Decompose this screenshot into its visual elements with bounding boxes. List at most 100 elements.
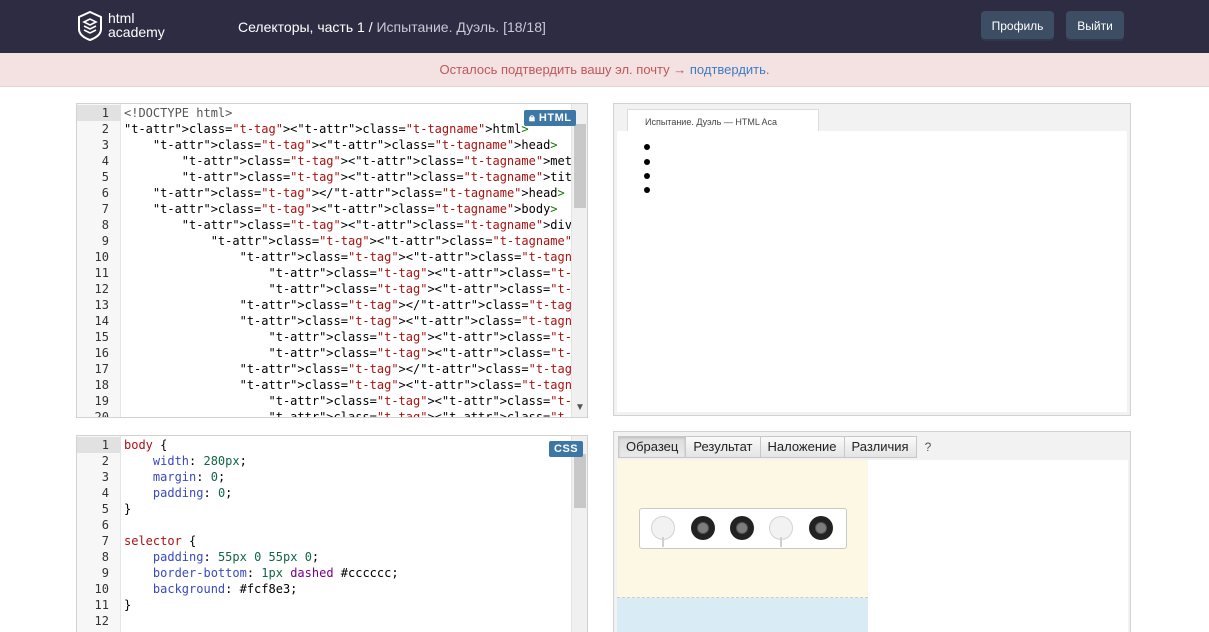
- code-line[interactable]: 2 "t-attr">class="t-tag"><"t-attr">class=…: [77, 121, 571, 137]
- tab-diff[interactable]: Различия: [843, 436, 917, 458]
- line-number: 1: [101, 106, 109, 120]
- code-text[interactable]: "t-attr">class="t-tag"><"t-attr">class="…: [124, 201, 558, 217]
- line-number: 11: [94, 266, 109, 280]
- code-line[interactable]: 7 selector {: [77, 533, 571, 549]
- code-text[interactable]: "t-attr">class="t-tag"></"t-attr">class=…: [124, 361, 587, 377]
- code-line[interactable]: 15 "t-attr">class="t-tag"><"t-attr">clas…: [77, 329, 587, 345]
- code-line[interactable]: 11 "t-attr">class="t-tag"><"t-attr">clas…: [77, 265, 587, 281]
- code-line[interactable]: 19 "t-attr">class="t-tag"><"t-attr">clas…: [77, 393, 587, 409]
- html-editor-scrollbar[interactable]: ▼: [571, 104, 587, 417]
- code-text[interactable]: selector {: [124, 533, 196, 549]
- code-line[interactable]: 17 "t-attr">class="t-tag"></"t-attr">cla…: [77, 361, 587, 377]
- code-line[interactable]: 20 "t-attr">class="t-tag"><"t-attr">clas…: [77, 409, 587, 417]
- scrollbar-thumb[interactable]: [574, 454, 586, 508]
- code-line[interactable]: 16 "t-attr">class="t-tag"><"t-attr">clas…: [77, 345, 587, 361]
- line-number: 14: [94, 314, 109, 328]
- code-text[interactable]: "t-attr">class="t-tag"><"t-attr">class="…: [124, 249, 587, 265]
- code-line[interactable]: 10 background: #fcf8e3;: [77, 581, 571, 597]
- code-text[interactable]: "t-attr">class="t-tag"><"t-attr">class="…: [124, 329, 588, 345]
- line-number: 7: [101, 534, 109, 548]
- code-line[interactable]: 5}: [77, 501, 571, 517]
- code-text[interactable]: }: [124, 501, 131, 517]
- css-editor-scrollbar[interactable]: [571, 436, 587, 632]
- code-text[interactable]: "t-attr">class="t-tag"><"t-attr">class="…: [124, 233, 587, 249]
- code-text[interactable]: border-bottom: 1px dashed #cccccc;: [124, 565, 399, 581]
- chevron-down-icon[interactable]: ▼: [575, 402, 585, 413]
- code-line[interactable]: 4 padding: 0;: [77, 485, 571, 501]
- breadcrumb-task: Испытание. Дуэль.: [376, 19, 500, 35]
- sample-viewport: [617, 460, 1128, 632]
- lever-icon: [780, 537, 782, 547]
- code-text[interactable]: "t-attr">class="t-tag"><"t-attr">class="…: [124, 121, 529, 137]
- code-text[interactable]: "t-attr">class="t-tag"><"t-attr">class="…: [124, 217, 587, 233]
- css-code-lines[interactable]: 1 body {2 width: 280px; 3 margin: 0; 4 padd…: [77, 437, 571, 629]
- code-text[interactable]: padding: 55px 0 55px 0;: [124, 549, 319, 565]
- code-line[interactable]: 12 "t-attr">class="t-tag"><"t-attr">clas…: [77, 281, 587, 297]
- help-button[interactable]: ?: [925, 436, 932, 458]
- breadcrumb-course[interactable]: Селекторы, часть 1 /: [238, 19, 373, 35]
- logout-button[interactable]: Выйти: [1066, 11, 1124, 41]
- code-text[interactable]: "t-attr">class="t-tag"><"t-attr">class="…: [124, 169, 587, 185]
- code-line[interactable]: 11}: [77, 597, 571, 613]
- code-text[interactable]: "t-attr">class="t-tag"><"t-attr">class="…: [124, 377, 587, 393]
- htmlacademy-shield-icon[interactable]: [78, 11, 102, 41]
- code-text[interactable]: "t-attr">class="t-tag"><"t-attr">class="…: [124, 313, 587, 329]
- css-editor[interactable]: 1 body {2 width: 280px; 3 margin: 0; 4 padd…: [76, 435, 588, 632]
- code-text[interactable]: "t-attr">class="t-tag"><"t-attr">class="…: [124, 409, 588, 417]
- scrollbar-thumb[interactable]: [574, 124, 586, 208]
- code-line[interactable]: 9 "t-attr">class="t-tag"><"t-attr">class…: [77, 233, 587, 249]
- line-number: 7: [101, 202, 109, 216]
- code-text[interactable]: "t-attr">class="t-tag"><"t-attr">class="…: [124, 345, 588, 361]
- code-text[interactable]: }: [124, 597, 131, 613]
- line-number: 2: [101, 122, 109, 136]
- code-line[interactable]: 3 "t-attr">class="t-tag"><"t-attr">class…: [77, 137, 571, 153]
- code-text[interactable]: body {: [124, 437, 167, 453]
- code-line[interactable]: 7 "t-attr">class="t-tag"><"t-attr">class…: [77, 201, 571, 217]
- code-line[interactable]: 14 "t-attr">class="t-tag"><"t-attr">clas…: [77, 313, 587, 329]
- code-line[interactable]: 3 margin: 0;: [77, 469, 571, 485]
- line-number: 2: [101, 454, 109, 468]
- code-line[interactable]: 1 body {: [77, 437, 571, 453]
- code-line[interactable]: 6: [77, 517, 571, 533]
- code-text[interactable]: "t-attr">class="t-tag"><"t-attr">class="…: [124, 137, 558, 153]
- code-line[interactable]: 8 padding: 55px 0 55px 0;: [77, 549, 571, 565]
- code-line[interactable]: 9 border-bottom: 1px dashed #cccccc;: [77, 565, 571, 581]
- code-line[interactable]: 5 "t-attr">class="t-tag"><"t-attr">class…: [77, 169, 587, 185]
- logo-text[interactable]: html academy: [108, 11, 165, 39]
- code-text[interactable]: "t-attr">class="t-tag"><"t-attr">class="…: [124, 281, 588, 297]
- code-line[interactable]: 8 "t-attr">class="t-tag"><"t-attr">class…: [77, 217, 587, 233]
- code-line[interactable]: 12: [77, 613, 571, 629]
- code-text[interactable]: "t-attr">class="t-tag"><"t-attr">class="…: [124, 265, 588, 281]
- code-line[interactable]: 18 "t-attr">class="t-tag"><"t-attr">clas…: [77, 377, 587, 393]
- code-text[interactable]: "t-attr">class="t-tag"></"t-attr">class=…: [124, 297, 587, 313]
- code-text[interactable]: margin: 0;: [124, 469, 225, 485]
- code-text[interactable]: "t-attr">class="t-tag"></"t-attr">class=…: [124, 185, 565, 201]
- code-text[interactable]: width: 280px;: [124, 453, 247, 469]
- code-line[interactable]: 1 <!DOCTYPE html>: [77, 105, 571, 121]
- tab-result[interactable]: Результат: [685, 436, 761, 458]
- code-text[interactable]: <!DOCTYPE html>: [124, 105, 232, 121]
- line-number: 18: [94, 378, 109, 392]
- code-text[interactable]: padding: 0;: [124, 485, 233, 501]
- profile-button[interactable]: Профиль: [981, 11, 1054, 41]
- code-line[interactable]: 10 "t-attr">class="t-tag"><"t-attr">clas…: [77, 249, 587, 265]
- line-number: 8: [101, 550, 109, 564]
- tab-sample[interactable]: Образец: [618, 436, 687, 458]
- line-number: 11: [94, 598, 109, 612]
- breadcrumb-progress: [18/18]: [503, 19, 546, 35]
- code-line[interactable]: 13 "t-attr">class="t-tag"></"t-attr">cla…: [77, 297, 587, 313]
- code-line[interactable]: 2 width: 280px;: [77, 453, 571, 469]
- code-line[interactable]: 4 "t-attr">class="t-tag"><"t-attr">class…: [77, 153, 587, 169]
- line-number: 9: [101, 234, 109, 248]
- code-text[interactable]: background: #fcf8e3;: [124, 581, 298, 597]
- html-code-lines[interactable]: 1 <!DOCTYPE html> 2 "t-attr">class="t-tag">…: [77, 105, 587, 417]
- preview-browser-tab[interactable]: Испытание. Дуэль — HTML Aca: [627, 109, 819, 133]
- code-line[interactable]: 6 "t-attr">class="t-tag"></"t-attr">clas…: [77, 185, 571, 201]
- line-number: 4: [101, 486, 109, 500]
- code-text[interactable]: "t-attr">class="t-tag"><"t-attr">class="…: [124, 393, 588, 409]
- notice-suffix: .: [765, 62, 770, 77]
- html-editor[interactable]: 1 <!DOCTYPE html> 2 "t-attr">class="t-tag">…: [76, 103, 588, 418]
- confirm-email-link[interactable]: подтвердить: [690, 62, 766, 77]
- tab-overlay[interactable]: Наложение: [759, 436, 845, 458]
- code-text[interactable]: "t-attr">class="t-tag"><"t-attr">class="…: [124, 153, 587, 169]
